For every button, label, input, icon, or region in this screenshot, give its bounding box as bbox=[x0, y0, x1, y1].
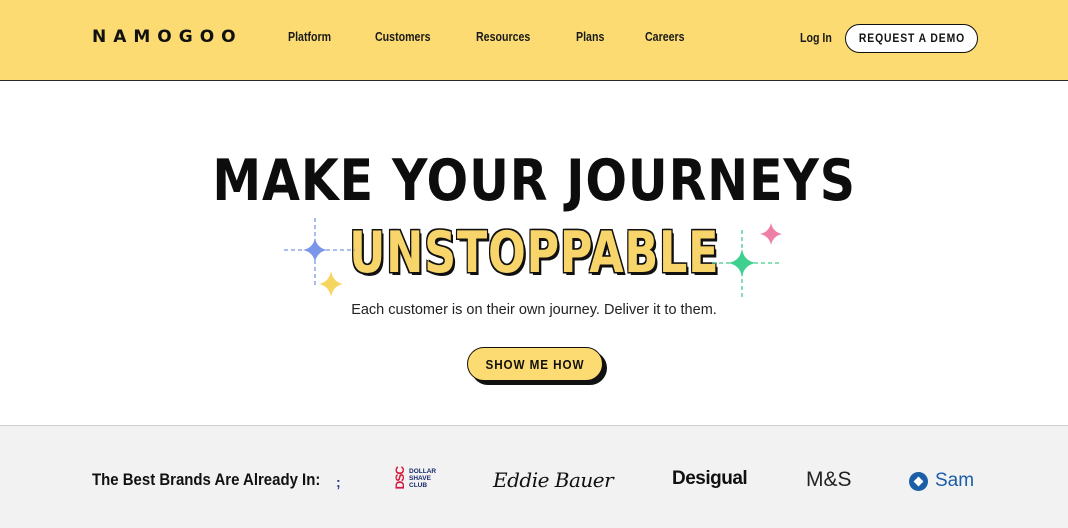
hero-title: MAKE YOUR JOURNEYS bbox=[0, 148, 1068, 214]
brands-strip: The Best Brands Are Already In: ; DSC DO… bbox=[0, 425, 1068, 528]
hero-title-text: MAKE YOUR JOURNEYS bbox=[212, 148, 856, 214]
sams-text: Sam bbox=[935, 470, 975, 491]
login-link[interactable]: Log In bbox=[800, 31, 832, 45]
request-demo-button[interactable]: REQUEST A DEMO bbox=[845, 24, 978, 53]
dollar-shave-club-logo: DSC DOLLAR SHAVE CLUB bbox=[393, 467, 439, 490]
hero-highlight: UNSTOPPABLE bbox=[0, 218, 1068, 288]
dsc-mark: DSC bbox=[393, 467, 407, 490]
nav-item-resources[interactable]: Resources bbox=[476, 30, 530, 44]
eddie-bauer-logo: Eddie Bauer bbox=[493, 468, 614, 492]
request-demo-label: REQUEST A DEMO bbox=[858, 32, 965, 45]
namogoo-logo[interactable]: NAMOGOO bbox=[92, 27, 243, 47]
site-header: NAMOGOO Platform Customers Resources Pla… bbox=[0, 0, 1068, 81]
show-me-how-button[interactable]: SHOW ME HOW bbox=[467, 347, 603, 381]
hero-highlight-text: UNSTOPPABLE bbox=[348, 220, 720, 286]
hero-tagline: Each customer is on their own journey. D… bbox=[351, 302, 717, 318]
show-me-how-label: SHOW ME HOW bbox=[485, 356, 585, 372]
marks-and-spencer-logo: M&S bbox=[806, 468, 852, 491]
sams-diamond-icon bbox=[909, 471, 928, 491]
nav-item-customers[interactable]: Customers bbox=[375, 30, 431, 44]
dsc-text: DOLLAR SHAVE CLUB bbox=[409, 467, 437, 489]
nav-item-platform[interactable]: Platform bbox=[288, 30, 331, 44]
nav-item-plans[interactable]: Plans bbox=[576, 30, 604, 44]
brands-label: The Best Brands Are Already In: bbox=[92, 470, 321, 489]
nav-item-careers[interactable]: Careers bbox=[645, 30, 685, 44]
desigual-logo: Desigual bbox=[672, 468, 748, 489]
brands-separator: ; bbox=[336, 474, 341, 490]
sams-club-logo: Sam bbox=[909, 470, 974, 492]
main-nav: Platform Customers Resources Plans Caree… bbox=[288, 30, 728, 44]
